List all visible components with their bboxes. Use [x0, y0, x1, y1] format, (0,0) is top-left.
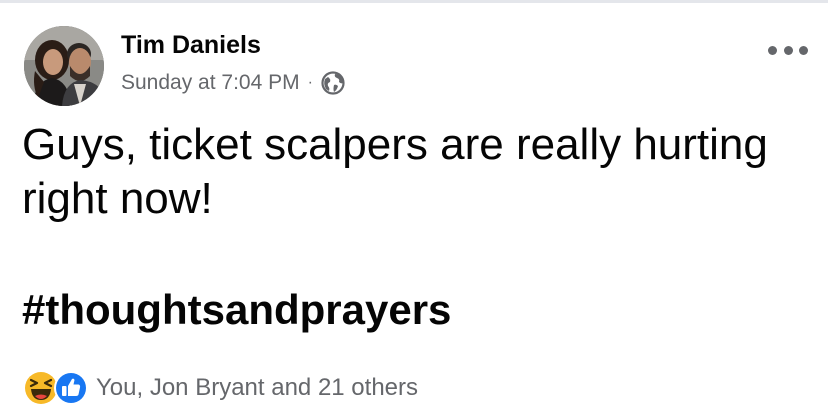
globe-icon[interactable] [321, 71, 345, 95]
avatar[interactable] [24, 26, 104, 106]
more-options-icon[interactable] [768, 38, 808, 62]
hashtag-link[interactable]: #thoughtsandprayers [22, 286, 451, 334]
reactions-bar[interactable]: You, Jon Bryant and 21 others [24, 368, 418, 408]
meta-separator: · [307, 74, 313, 91]
post-card: Tim Daniels Sunday at 7:04 PM · Guys, ti… [0, 0, 828, 410]
post-text: Guys, ticket scalpers are really hurting… [22, 120, 768, 223]
reaction-icons[interactable] [24, 369, 94, 407]
like-icon [54, 371, 88, 405]
post-timestamp[interactable]: Sunday at 7:04 PM [121, 71, 300, 95]
avatar-photo [24, 26, 104, 106]
post-meta: Sunday at 7:04 PM · [121, 67, 345, 99]
author-name[interactable]: Tim Daniels [121, 31, 261, 60]
reaction-summary[interactable]: You, Jon Bryant and 21 others [96, 374, 418, 402]
